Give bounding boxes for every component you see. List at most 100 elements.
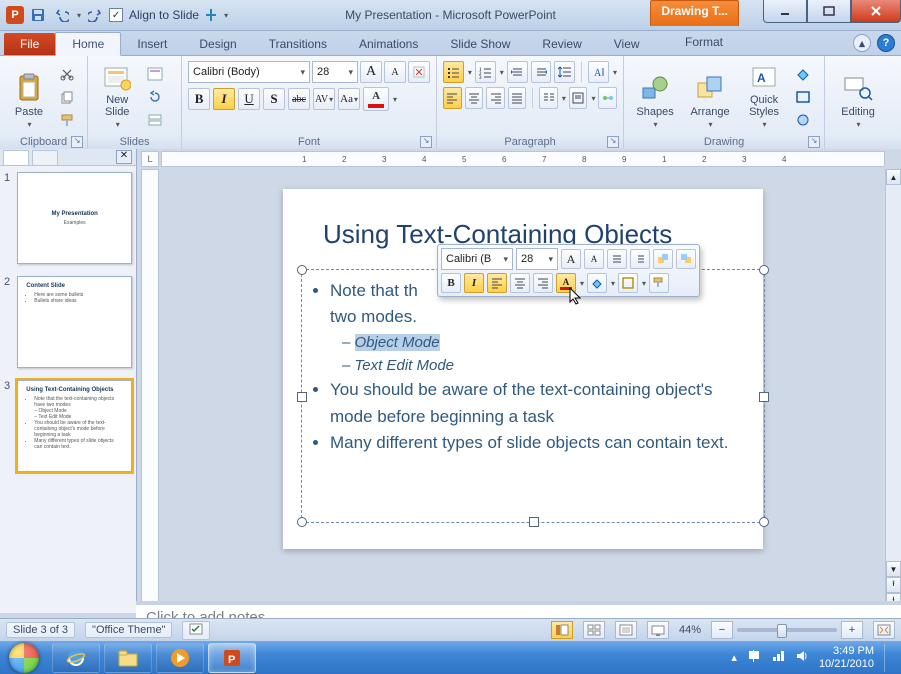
view-sorter-icon[interactable] xyxy=(583,621,605,639)
tray-show-hidden-icon[interactable]: ▴ xyxy=(731,651,737,664)
mini-outline-icon[interactable] xyxy=(618,273,638,293)
zoom-out-button[interactable]: − xyxy=(711,621,733,639)
cut-icon[interactable] xyxy=(56,64,78,84)
justify-button[interactable] xyxy=(508,87,527,109)
text-direction-dropdown-icon[interactable]: ▾ xyxy=(613,68,617,77)
decrease-indent-button[interactable] xyxy=(507,61,528,83)
view-reading-icon[interactable] xyxy=(615,621,637,639)
clear-formatting-icon[interactable] xyxy=(408,61,430,83)
resize-handle-ne[interactable] xyxy=(759,265,769,275)
reset-icon[interactable] xyxy=(144,87,166,107)
status-theme[interactable]: "Office Theme" xyxy=(85,622,172,638)
vertical-scrollbar[interactable]: ▲ ▼ ⭱ ⭳ xyxy=(885,169,901,609)
mini-grow-font[interactable]: A xyxy=(561,249,581,269)
status-spell-icon[interactable] xyxy=(182,621,210,640)
mini-send-back-icon[interactable] xyxy=(676,249,696,269)
mini-italic[interactable]: I xyxy=(464,273,484,293)
resize-handle-s[interactable] xyxy=(529,517,539,527)
align-text-dropdown-icon[interactable]: ▾ xyxy=(591,94,595,103)
shape-fill-icon[interactable] xyxy=(792,64,814,84)
tab-insert[interactable]: Insert xyxy=(121,33,183,55)
tab-view[interactable]: View xyxy=(598,33,656,55)
slides-tab-icon[interactable] xyxy=(3,150,29,165)
mini-align-right[interactable] xyxy=(533,273,553,293)
mini-font-color[interactable]: A xyxy=(556,273,576,293)
new-slide-button[interactable]: New Slide ▾ xyxy=(94,62,140,132)
start-button[interactable] xyxy=(0,641,48,674)
align-to-slide-checkbox[interactable]: ✓ xyxy=(109,8,123,22)
window-minimize-button[interactable] xyxy=(763,0,807,23)
text-direction-button[interactable]: A xyxy=(588,61,609,83)
view-normal-icon[interactable] xyxy=(551,621,573,639)
char-spacing-button[interactable]: AV▾ xyxy=(313,88,335,110)
qat-undo-more-icon[interactable]: ▾ xyxy=(77,11,81,20)
status-slide[interactable]: Slide 3 of 3 xyxy=(6,622,75,638)
numbering-dropdown-icon[interactable]: ▾ xyxy=(500,68,504,77)
bullet-3[interactable]: Many different types of slide objects ca… xyxy=(330,430,754,456)
paragraph-launcher-icon[interactable]: ↘ xyxy=(607,136,619,148)
paste-dropdown-icon[interactable]: ▾ xyxy=(27,120,31,129)
tab-animations[interactable]: Animations xyxy=(343,33,434,55)
taskbar-mediaplayer-icon[interactable] xyxy=(156,643,204,673)
bullets-dropdown-icon[interactable]: ▾ xyxy=(468,68,472,77)
mini-font-select[interactable]: Calibri (B▾ xyxy=(441,248,513,270)
zoom-thumb[interactable] xyxy=(777,624,787,638)
thumbnail-slide-2[interactable]: Content Slide Here are some bulletsBulle… xyxy=(17,276,132,368)
fit-window-icon[interactable] xyxy=(873,621,895,639)
qat-customize-icon[interactable]: ▾ xyxy=(224,11,228,20)
vertical-ruler[interactable] xyxy=(141,169,159,609)
show-desktop-button[interactable] xyxy=(884,644,893,672)
italic-button[interactable]: I xyxy=(213,88,235,110)
align-center-button[interactable] xyxy=(465,87,484,109)
smartart-button[interactable] xyxy=(598,87,617,109)
taskbar-ie-icon[interactable] xyxy=(52,643,100,673)
new-slide-dropdown-icon[interactable]: ▾ xyxy=(116,120,120,129)
mini-format-painter[interactable] xyxy=(649,273,669,293)
file-tab[interactable]: File xyxy=(4,33,55,55)
bold-button[interactable]: B xyxy=(188,88,210,110)
mini-align-center[interactable] xyxy=(510,273,530,293)
tray-volume-icon[interactable] xyxy=(795,649,809,666)
mini-fill-dropdown[interactable]: ▾ xyxy=(611,279,615,288)
mini-fill-icon[interactable] xyxy=(587,273,607,293)
close-pane-icon[interactable]: ✕ xyxy=(116,150,132,164)
qat-undo-icon[interactable] xyxy=(52,5,72,25)
line-spacing-button[interactable] xyxy=(554,61,575,83)
qat-save-icon[interactable] xyxy=(28,5,48,25)
quick-styles-button[interactable]: A Quick Styles▾ xyxy=(740,62,788,132)
taskbar-powerpoint-icon[interactable]: P xyxy=(208,643,256,673)
ruler-corner[interactable]: L xyxy=(141,151,159,167)
shrink-font-button[interactable]: A xyxy=(384,61,406,83)
content-placeholder[interactable]: Note that thtwo modes. Object Mode Text … xyxy=(301,269,765,523)
font-name-select[interactable]: Calibri (Body)▾ xyxy=(188,61,310,83)
help-icon[interactable]: ? xyxy=(877,34,895,52)
arrange-button[interactable]: Arrange▾ xyxy=(684,62,736,132)
outline-tab-icon[interactable] xyxy=(32,150,58,165)
tab-format[interactable]: Format xyxy=(669,31,739,53)
font-color-button[interactable]: A xyxy=(363,87,389,111)
strike-button[interactable]: abc xyxy=(288,88,310,110)
mini-bold[interactable]: B xyxy=(441,273,461,293)
shapes-button[interactable]: Shapes▾ xyxy=(630,62,680,132)
resize-handle-se[interactable] xyxy=(759,517,769,527)
text-shadow-button[interactable]: S xyxy=(263,88,285,110)
window-close-button[interactable] xyxy=(851,0,901,23)
prev-slide-icon[interactable]: ⭱ xyxy=(886,577,901,593)
clipboard-launcher-icon[interactable]: ↘ xyxy=(71,136,83,148)
grow-font-button[interactable]: A xyxy=(360,61,382,83)
tab-slideshow[interactable]: Slide Show xyxy=(434,33,526,55)
scroll-down-icon[interactable]: ▼ xyxy=(886,561,901,577)
zoom-slider[interactable]: − + xyxy=(711,621,863,639)
scroll-up-icon[interactable]: ▲ xyxy=(886,169,901,185)
editing-button[interactable]: Editing▾ xyxy=(831,62,885,132)
numbering-button[interactable]: 123 xyxy=(475,61,496,83)
mini-decrease-indent[interactable] xyxy=(607,249,627,269)
mini-font-color-dropdown[interactable]: ▾ xyxy=(580,279,584,288)
mini-outline-dropdown[interactable]: ▾ xyxy=(642,279,646,288)
view-slideshow-icon[interactable] xyxy=(647,621,669,639)
change-case-button[interactable]: Aa▾ xyxy=(338,88,360,110)
align-left-button[interactable] xyxy=(443,87,462,109)
thumbnail-slide-1[interactable]: My PresentationExamples xyxy=(17,172,132,264)
tab-transitions[interactable]: Transitions xyxy=(253,33,343,55)
mini-increase-indent[interactable] xyxy=(630,249,650,269)
